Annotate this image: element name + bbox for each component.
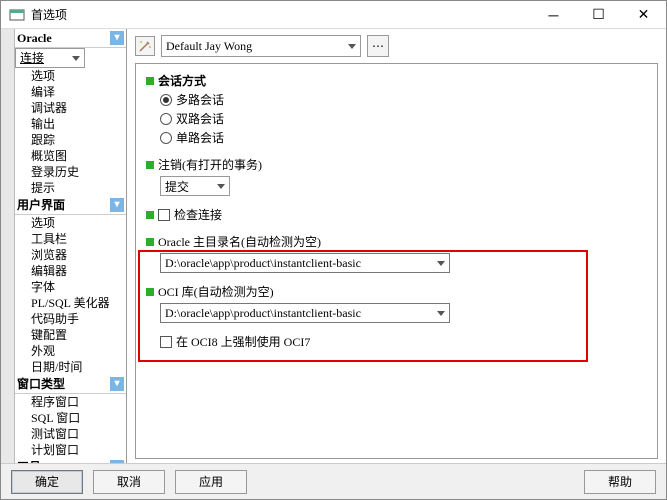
marker-icon xyxy=(146,77,154,85)
session-radio[interactable] xyxy=(160,113,172,125)
profile-select[interactable]: Default Jay Wong xyxy=(161,35,361,57)
sidebar-item[interactable]: 提示 xyxy=(15,180,126,196)
collapse-icon[interactable]: ▾ xyxy=(110,198,124,212)
sidebar-item[interactable]: 浏览器 xyxy=(15,247,126,263)
session-radio[interactable] xyxy=(160,132,172,144)
profile-more-button[interactable]: ⋯ xyxy=(367,35,389,57)
oci-lib-value: D:\oracle\app\product\instantclient-basi… xyxy=(165,306,361,321)
session-radio-label: 单路会话 xyxy=(176,129,224,146)
sidebar-group-header[interactable]: 窗口类型▾ xyxy=(15,375,126,394)
sidebar-item[interactable]: PL/SQL 美化器 xyxy=(15,295,126,311)
oracle-home-label: Oracle 主目录名(自动检测为空) xyxy=(158,233,321,250)
sidebar-item[interactable]: 程序窗口 xyxy=(15,394,126,410)
marker-icon xyxy=(146,161,154,169)
sidebar-item[interactable]: 调试器 xyxy=(15,100,126,116)
sidebar-item[interactable]: 编译 xyxy=(15,84,126,100)
logoff-value: 提交 xyxy=(165,178,189,195)
sidebar-group-header[interactable]: 用户界面▾ xyxy=(15,196,126,215)
sidebar-item[interactable]: 测试窗口 xyxy=(15,426,126,442)
marker-icon xyxy=(146,238,154,246)
window-title: 首选项 xyxy=(31,6,531,23)
sidebar-item[interactable]: 代码助手 xyxy=(15,311,126,327)
sidebar-group-header[interactable]: Oracle▾ xyxy=(15,29,126,48)
sidebar-item[interactable]: SQL 窗口 xyxy=(15,410,126,426)
profile-icon-button[interactable] xyxy=(135,36,155,56)
session-mode-title: 会话方式 xyxy=(158,72,206,89)
session-radio[interactable] xyxy=(160,94,172,106)
cancel-button[interactable]: 取消 xyxy=(93,470,165,494)
wand-icon xyxy=(138,39,152,53)
sidebar-item[interactable]: 概览图 xyxy=(15,148,126,164)
app-icon xyxy=(9,7,25,23)
sidebar-item[interactable]: 编辑器 xyxy=(15,263,126,279)
oci-lib-select[interactable]: D:\oracle\app\product\instantclient-basi… xyxy=(160,303,450,323)
ok-button[interactable]: 确定 xyxy=(11,470,83,494)
sidebar-item[interactable]: 连接 xyxy=(15,48,85,68)
sidebar-item[interactable]: 计划窗口 xyxy=(15,442,126,458)
force-oci7-label: 在 OCI8 上强制使用 OCI7 xyxy=(176,333,310,350)
collapse-icon[interactable]: ▾ xyxy=(110,377,124,391)
check-connection-label: 检查连接 xyxy=(174,206,222,223)
help-button[interactable]: 帮助 xyxy=(584,470,656,494)
check-connection-checkbox[interactable] xyxy=(158,209,170,221)
close-button[interactable]: ✕ xyxy=(621,1,666,29)
minimize-button[interactable]: ─ xyxy=(531,1,576,29)
sidebar-item[interactable]: 输出 xyxy=(15,116,126,132)
sidebar-item[interactable]: 字体 xyxy=(15,279,126,295)
oracle-home-select[interactable]: D:\oracle\app\product\instantclient-basi… xyxy=(160,253,450,273)
sidebar-item[interactable]: 选项 xyxy=(15,215,126,231)
maximize-button[interactable]: ☐ xyxy=(576,1,621,29)
profile-value: Default Jay Wong xyxy=(166,39,252,54)
left-gutter xyxy=(1,29,15,463)
session-radio-label: 双路会话 xyxy=(176,110,224,127)
logoff-title: 注销(有打开的事务) xyxy=(158,156,262,173)
preferences-window: 首选项 ─ ☐ ✕ Oracle▾连接选项编译调试器输出跟踪概览图登录历史提示用… xyxy=(0,0,667,500)
sidebar-item[interactable]: 选项 xyxy=(15,68,126,84)
oci-lib-label: OCI 库(自动检测为空) xyxy=(158,283,274,300)
logoff-select[interactable]: 提交 xyxy=(160,176,230,196)
collapse-icon[interactable]: ▾ xyxy=(110,31,124,45)
sidebar-item[interactable]: 工具栏 xyxy=(15,231,126,247)
marker-icon xyxy=(146,288,154,296)
oracle-home-value: D:\oracle\app\product\instantclient-basi… xyxy=(165,256,361,271)
session-radio-label: 多路会话 xyxy=(176,91,224,108)
content-panel: 会话方式 多路会话双路会话单路会话 注销(有打开的事务) 提交 xyxy=(135,63,658,459)
force-oci7-checkbox[interactable] xyxy=(160,336,172,348)
sidebar-item[interactable]: 外观 xyxy=(15,343,126,359)
profile-toolbar: Default Jay Wong ⋯ xyxy=(127,29,666,63)
apply-button[interactable]: 应用 xyxy=(175,470,247,494)
sidebar-item[interactable]: 日期/时间 xyxy=(15,359,126,375)
sidebar-item[interactable]: 登录历史 xyxy=(15,164,126,180)
titlebar: 首选项 ─ ☐ ✕ xyxy=(1,1,666,29)
footer: 确定 取消 应用 帮助 xyxy=(1,463,666,499)
sidebar-item[interactable]: 键配置 xyxy=(15,327,126,343)
sidebar: Oracle▾连接选项编译调试器输出跟踪概览图登录历史提示用户界面▾选项工具栏浏… xyxy=(15,29,127,463)
sidebar-item[interactable]: 跟踪 xyxy=(15,132,126,148)
marker-icon xyxy=(146,211,154,219)
